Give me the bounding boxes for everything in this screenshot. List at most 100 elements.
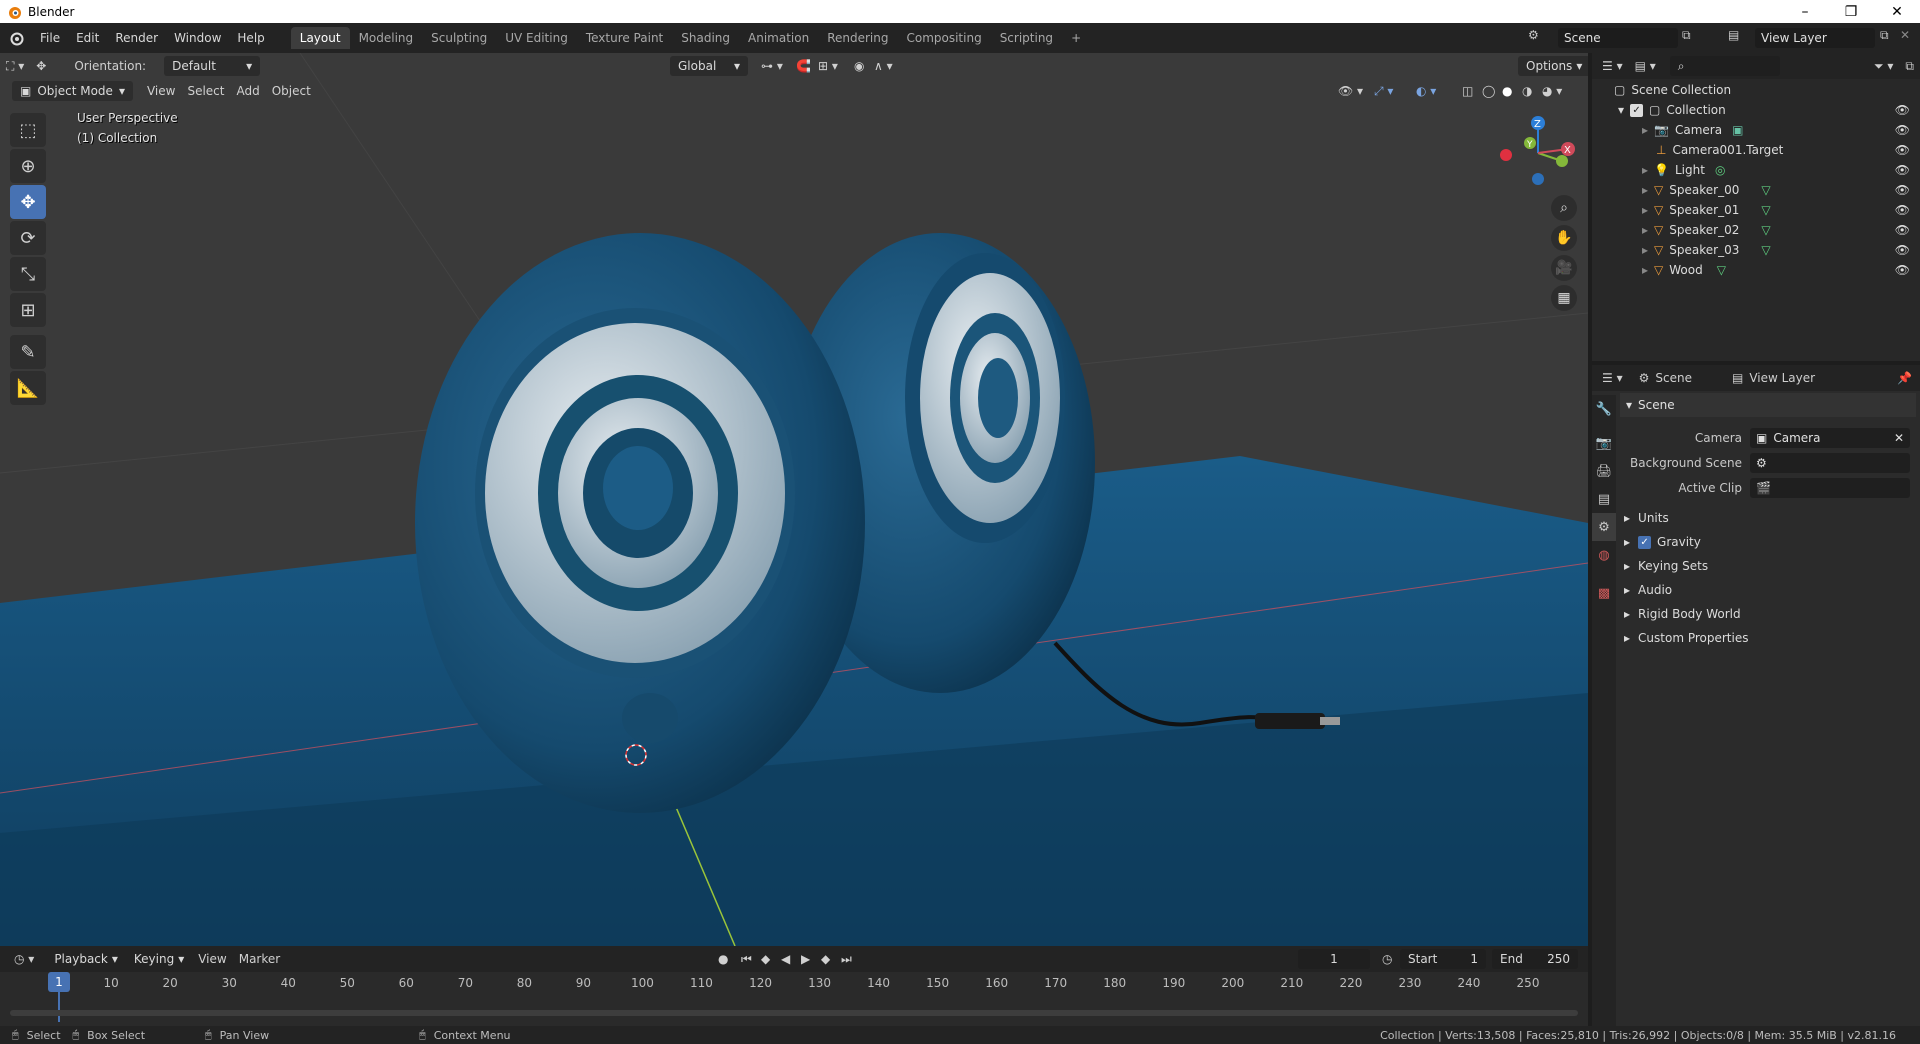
filter-icon[interactable]: ⏷ ▾ (1868, 56, 1899, 76)
expand-arrow-icon[interactable]: ▾ (1618, 103, 1624, 117)
timeline-scrollbar[interactable] (10, 1010, 1578, 1016)
texture-tab-icon[interactable]: ▩ (1592, 579, 1616, 607)
falloff-icon[interactable]: ∧ ▾ (868, 56, 899, 76)
outliner[interactable]: ☰ ▾ ▤ ▾ ⌕ ⏷ ▾ ⧉ ▢ Scene Collection ▾ ✓ ▢… (1592, 53, 1920, 361)
render-tab-icon[interactable]: 📷 (1592, 429, 1616, 457)
eye-icon[interactable]: 👁 (1895, 103, 1910, 117)
transform-orientation-dropdown[interactable]: Global ▾ (670, 56, 748, 76)
outliner-item-speaker-01[interactable]: ▸ ▽ Speaker_01 ▽ 👁 (1592, 200, 1920, 220)
navigation-gizmo[interactable]: Z X Y (1498, 113, 1578, 193)
display-mode-icon[interactable]: ▤ ▾ (1629, 56, 1662, 76)
restore-button[interactable]: ❐ (1828, 0, 1874, 23)
options-dropdown[interactable]: Options ▾ (1518, 56, 1588, 76)
tool-tab-icon[interactable]: 🔧 (1592, 395, 1616, 423)
close-button[interactable]: ✕ (1874, 0, 1920, 23)
blender-menu-icon[interactable] (0, 27, 32, 49)
rendered-shading-icon[interactable]: ◕ ▾ (1536, 81, 1568, 101)
world-tab-icon[interactable]: ◍ (1592, 541, 1616, 569)
zoom-icon[interactable]: ⌕ (1551, 195, 1577, 221)
rotate-tool-icon[interactable]: ⟳ (10, 221, 46, 255)
current-frame-field[interactable]: 1 (1298, 949, 1370, 969)
eye-icon[interactable]: 👁 (1895, 223, 1910, 237)
audio-panel[interactable]: ▸ Audio (1620, 578, 1916, 602)
menu-select[interactable]: Select (181, 81, 230, 101)
custom-properties-panel[interactable]: ▸ Custom Properties (1620, 626, 1916, 650)
active-clip-field[interactable]: 🎬 (1750, 477, 1910, 498)
collection-row[interactable]: ▾ ✓ ▢ Collection 👁 (1592, 100, 1920, 120)
add-workspace-button[interactable]: + (1062, 27, 1090, 49)
scale-tool-icon[interactable]: ⤡ (10, 257, 46, 291)
scene-browse-icon[interactable]: ⚙ (1528, 28, 1539, 42)
play-icon[interactable]: ▶ (795, 949, 816, 969)
menu-add[interactable]: Add (230, 81, 265, 101)
move-tool-icon[interactable]: ✥ (10, 185, 46, 219)
menu-render[interactable]: Render (107, 27, 166, 49)
select-tool-icon[interactable]: ⬚ (10, 113, 46, 147)
scene-selector[interactable]: Scene (1558, 28, 1678, 48)
end-frame-field[interactable]: End 250 (1492, 949, 1578, 969)
scene-tab-icon[interactable]: ⚙ (1592, 513, 1616, 541)
preview-range-icon[interactable]: ◷ (1376, 949, 1398, 969)
scene-collection-row[interactable]: ▢ Scene Collection (1592, 80, 1920, 100)
editor-type-icon[interactable]: ⛶ ▾ (0, 56, 30, 76)
transform-tool-icon[interactable]: ⊞ (10, 293, 46, 327)
view-layer-selector[interactable]: View Layer (1755, 28, 1875, 48)
menu-file[interactable]: File (32, 27, 68, 49)
timeline-editor[interactable]: ◷ ▾ Playback ▾ Keying ▾ View Marker ● ⏮ ◆ … (0, 946, 1588, 1026)
pin-icon[interactable]: 📌 (1897, 371, 1912, 385)
playback-menu[interactable]: Playback ▾ (46, 949, 126, 969)
timeline-view-menu[interactable]: View (192, 949, 232, 969)
background-scene-field[interactable]: ⚙ (1750, 452, 1910, 473)
outliner-item-speaker-00[interactable]: ▸ ▽ Speaker_00 ▽ 👁 (1592, 180, 1920, 200)
rigid-body-world-panel[interactable]: ▸ Rigid Body World (1620, 602, 1916, 626)
menu-object[interactable]: Object (266, 81, 317, 101)
playhead-frame[interactable]: 1 (48, 972, 70, 992)
tab-shading[interactable]: Shading (672, 27, 739, 49)
pivot-point-icon[interactable]: ⊶ ▾ (755, 56, 789, 76)
ortho-grid-icon[interactable]: ▦ (1551, 285, 1577, 311)
tab-animation[interactable]: Animation (739, 27, 818, 49)
visibility-icon[interactable]: 👁 ▾ (1332, 81, 1369, 101)
minimize-button[interactable]: – (1782, 0, 1828, 23)
tab-modeling[interactable]: Modeling (350, 27, 423, 49)
new-scene-icon[interactable]: ⧉ (1682, 28, 1691, 43)
eye-icon[interactable]: 👁 (1895, 143, 1910, 157)
editor-type-icon[interactable]: ☰ ▾ (1596, 56, 1629, 76)
snap-target-icon[interactable]: ⊞ ▾ (812, 56, 844, 76)
prev-keyframe-icon[interactable]: ◆ (755, 949, 776, 969)
new-view-layer-icon[interactable]: ⧉ (1880, 28, 1889, 43)
scene-panel-header[interactable]: ▾ Scene (1620, 393, 1916, 417)
eye-icon[interactable]: 👁 (1895, 243, 1910, 257)
frame-ruler[interactable]: 1102030405060708090100110120130140150160… (0, 974, 1588, 994)
pan-hand-icon[interactable]: ✋ (1551, 225, 1577, 251)
camera-field[interactable]: ▣ Camera ✕ (1750, 427, 1910, 448)
gravity-panel[interactable]: ▸ ✓ Gravity (1620, 530, 1916, 554)
gizmo-icon[interactable]: ⤢ ▾ (1368, 81, 1399, 101)
outliner-item-speaker-02[interactable]: ▸ ▽ Speaker_02 ▽ 👁 (1592, 220, 1920, 240)
annotate-tool-icon[interactable]: ✎ (10, 335, 46, 369)
play-reverse-icon[interactable]: ◀ (775, 949, 796, 969)
outliner-item-camera001-target[interactable]: ⊥ Camera001.Target 👁 (1592, 140, 1920, 160)
collection-checkbox[interactable]: ✓ (1630, 103, 1644, 117)
mode-dropdown[interactable]: ▣ Object Mode ▾ (12, 81, 133, 101)
editor-type-icon[interactable]: ◷ ▾ (8, 949, 40, 969)
breadcrumb-view-layer[interactable]: View Layer (1749, 371, 1815, 385)
view-layer-browse-icon[interactable]: ▤ (1728, 28, 1739, 42)
tab-rendering[interactable]: Rendering (818, 27, 897, 49)
tab-scripting[interactable]: Scripting (991, 27, 1062, 49)
3d-viewport[interactable]: ⛶ ▾ ✥ Orientation: Default ▾ Global ▾ ⊶ … (0, 53, 1588, 946)
outliner-search-input[interactable]: ⌕ (1669, 56, 1780, 76)
eye-icon[interactable]: 👁 (1895, 163, 1910, 177)
eye-icon[interactable]: 👁 (1895, 183, 1910, 197)
keying-sets-panel[interactable]: ▸ Keying Sets (1620, 554, 1916, 578)
new-collection-icon[interactable]: ⧉ (1899, 56, 1920, 76)
eye-icon[interactable]: 👁 (1895, 263, 1910, 277)
outliner-item-light[interactable]: ▸ 💡 Light ◎ 👁 (1592, 160, 1920, 180)
tab-compositing[interactable]: Compositing (897, 27, 990, 49)
menu-help[interactable]: Help (229, 27, 272, 49)
outliner-item-camera[interactable]: ▸ 📷 Camera ▣ 👁 (1592, 120, 1920, 140)
output-tab-icon[interactable]: 🖨 (1592, 457, 1616, 485)
view-layer-tab-icon[interactable]: ▤ (1592, 485, 1616, 513)
timeline-marker-menu[interactable]: Marker (233, 949, 286, 969)
cursor-tool-icon[interactable]: ⊕ (10, 149, 46, 183)
